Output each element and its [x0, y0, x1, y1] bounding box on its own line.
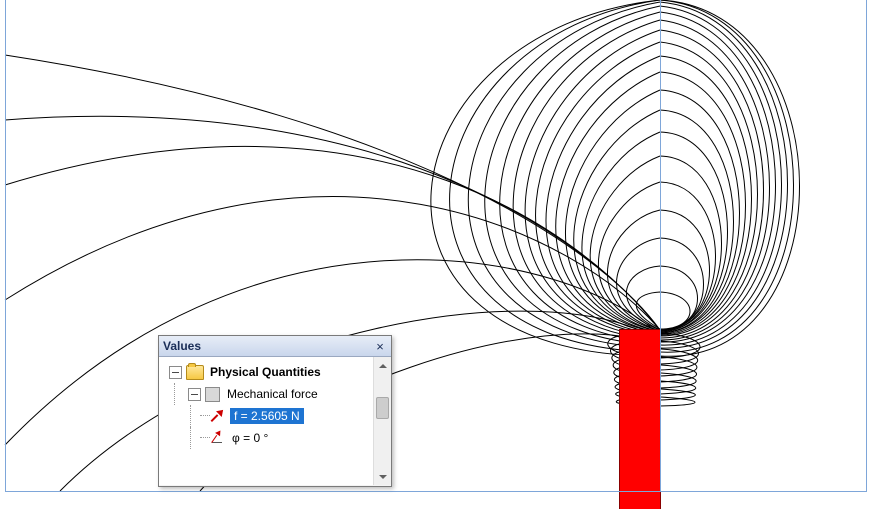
scroll-down-button[interactable] — [374, 468, 391, 485]
values-tree: Physical Quantities Mechanical force f =… — [159, 357, 374, 485]
category-icon — [205, 387, 220, 402]
scroll-thumb[interactable] — [376, 397, 389, 419]
folder-icon — [186, 365, 204, 380]
scroll-up-button[interactable] — [374, 357, 391, 374]
tree-item-mechanical-force[interactable]: Mechanical force — [159, 383, 374, 405]
tree-value-label: f = 2.5605 N — [230, 408, 304, 424]
values-titlebar[interactable]: Values × — [159, 336, 391, 357]
tree-guide-icon — [185, 405, 196, 427]
tree-root-row[interactable]: Physical Quantities — [159, 361, 374, 383]
expander-icon[interactable] — [188, 388, 201, 401]
tree-value-label: φ = 0 ° — [230, 430, 270, 446]
magnet-body — [620, 330, 660, 509]
tree-item-label: Mechanical force — [225, 386, 320, 402]
tree-root-label: Physical Quantities — [208, 364, 323, 380]
values-body: Physical Quantities Mechanical force f =… — [159, 357, 391, 485]
values-title: Values — [163, 339, 201, 353]
field-plot — [0, 0, 872, 509]
tree-guide-icon — [185, 427, 196, 449]
tree-guide-icon — [200, 437, 210, 439]
expander-icon[interactable] — [169, 366, 182, 379]
values-panel: Values × Physical Quantities Mechanical … — [158, 335, 392, 487]
tree-guide-icon — [200, 415, 210, 417]
tree-guide-icon — [169, 383, 180, 405]
angle-arrow-icon — [210, 431, 226, 445]
force-arrow-icon — [210, 409, 226, 423]
scrollbar[interactable] — [373, 357, 391, 485]
close-icon[interactable]: × — [373, 339, 387, 353]
tree-item-force-value[interactable]: f = 2.5605 N — [159, 405, 374, 427]
tree-item-angle-value[interactable]: φ = 0 ° — [159, 427, 374, 449]
